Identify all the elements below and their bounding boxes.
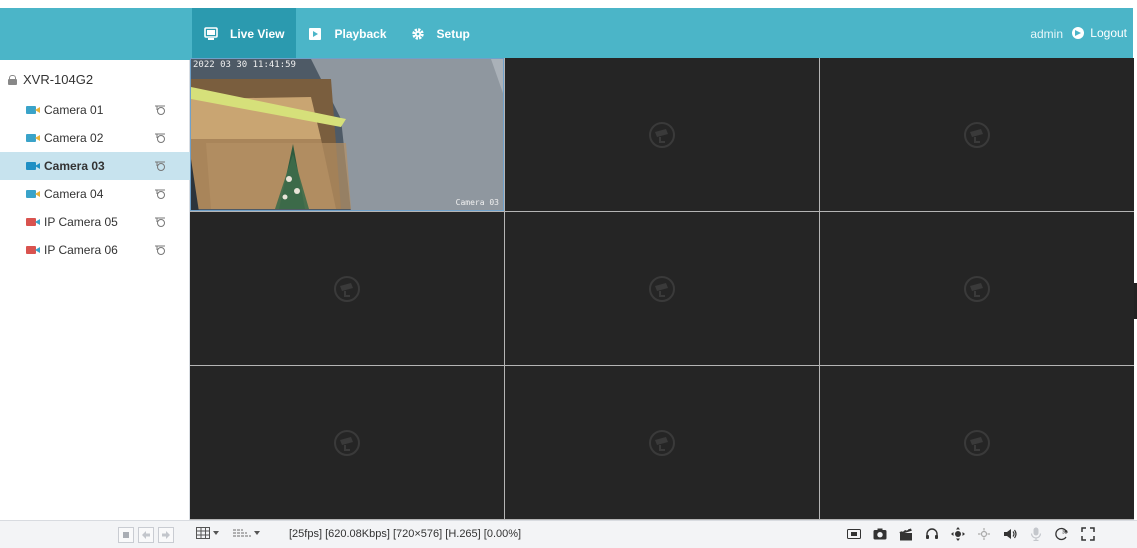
video-window[interactable] — [505, 58, 819, 211]
chevron-down-icon — [213, 531, 219, 535]
split-layout-dropdown[interactable] — [196, 527, 219, 539]
microphone-icon[interactable] — [1028, 526, 1044, 542]
device-tree-panel: XVR-104G2 Camera 01 Camera 02 Camera 03 … — [0, 60, 190, 520]
headset-icon[interactable] — [924, 526, 940, 542]
camera-watermark-icon — [334, 275, 360, 302]
video-window[interactable] — [820, 212, 1134, 365]
record-toggle-icon[interactable] — [154, 132, 166, 144]
video-window[interactable] — [505, 366, 819, 519]
grid-layout-icon — [196, 527, 210, 539]
camera-watermark-icon — [334, 429, 360, 456]
sidebar-controls — [118, 527, 174, 543]
camera-label: Camera 04 — [44, 187, 104, 201]
camera-watermark-icon — [964, 121, 990, 148]
logout-button[interactable]: Logout — [1072, 26, 1127, 40]
osd-timestamp: 2022 03 30 11:41:59 — [193, 60, 296, 70]
camera-item[interactable]: Camera 01 — [0, 96, 190, 124]
gear-icon — [411, 27, 425, 41]
camera-watermark-icon — [964, 429, 990, 456]
camera-watermark-icon — [964, 275, 990, 302]
device-node[interactable]: XVR-104G2 — [8, 72, 93, 87]
bottom-toolbar: [25fps] [620.08Kbps] [720×576] [H.265] [… — [0, 520, 1137, 548]
camera-label: IP Camera 06 — [44, 243, 118, 257]
record-toggle-icon[interactable] — [154, 244, 166, 256]
digital-zoom-icon[interactable]: 3D — [1054, 526, 1070, 542]
offline-camera-icon — [26, 217, 40, 227]
fullscreen-icon[interactable] — [1080, 526, 1096, 542]
stream-icon — [233, 529, 251, 537]
tab-playback-label: Playback — [334, 27, 387, 41]
tab-live-view-label: Live View — [230, 27, 285, 41]
zoom-icon[interactable] — [976, 526, 992, 542]
video-window[interactable] — [820, 58, 1134, 211]
camera-watermark-icon — [649, 429, 675, 456]
ptz-icon[interactable] — [950, 526, 966, 542]
tab-live-view[interactable]: Live View — [192, 8, 297, 60]
camera-label: IP Camera 05 — [44, 215, 118, 229]
camera-item[interactable]: Camera 02 — [0, 124, 190, 152]
logout-label: Logout — [1090, 26, 1127, 40]
analog-camera-icon — [26, 189, 40, 199]
svg-text:3D: 3D — [1062, 530, 1069, 535]
record-clapper-icon[interactable] — [898, 526, 914, 542]
analog-camera-icon — [26, 133, 40, 143]
tab-setup[interactable]: Setup — [399, 8, 482, 60]
streaming-camera-icon — [26, 161, 40, 171]
live-controls: 3D — [846, 526, 1106, 542]
analog-camera-icon — [26, 105, 40, 115]
stop-all-button[interactable] — [118, 527, 134, 543]
username: admin — [1030, 27, 1063, 41]
camera-item-selected[interactable]: Camera 03 — [0, 152, 190, 180]
video-window[interactable] — [190, 212, 504, 365]
lock-icon — [8, 74, 17, 85]
camera-label: Camera 01 — [44, 103, 104, 117]
speaker-icon[interactable] — [1002, 526, 1018, 542]
camera-list: Camera 01 Camera 02 Camera 03 Camera 04 … — [0, 96, 190, 264]
logout-icon — [1072, 27, 1085, 39]
play-icon — [308, 27, 322, 41]
stream-type-dropdown[interactable] — [233, 528, 260, 538]
monitor-icon — [204, 27, 218, 41]
camera-watermark-icon — [649, 121, 675, 148]
record-toggle-icon[interactable] — [154, 160, 166, 172]
chevron-down-icon — [254, 531, 260, 535]
layout-controls — [196, 527, 274, 539]
camera-label: Camera 02 — [44, 131, 104, 145]
stream-status-text: [25fps] [620.08Kbps] [720×576] [H.265] [… — [289, 528, 522, 540]
camera-item[interactable]: IP Camera 05 — [0, 208, 190, 236]
camera-feed-image — [191, 59, 503, 210]
camera-item[interactable]: Camera 04 — [0, 180, 190, 208]
tab-playback[interactable]: Playback — [296, 8, 398, 60]
offline-camera-icon — [26, 245, 40, 255]
camera-watermark-icon — [649, 275, 675, 302]
camera-icon[interactable] — [872, 526, 888, 542]
main-nav: Live View Playback Setup — [192, 8, 482, 60]
video-window[interactable] — [505, 212, 819, 365]
osd-channel-name: Camera 03 — [455, 198, 499, 207]
prev-page-button[interactable] — [138, 527, 154, 543]
video-window[interactable] — [820, 366, 1134, 519]
video-grid: 2022 03 30 11:41:59 Camera 03 — [190, 58, 1134, 520]
camera-item[interactable]: IP Camera 06 — [0, 236, 190, 264]
record-toggle-icon[interactable] — [154, 188, 166, 200]
tab-setup-label: Setup — [436, 27, 470, 41]
video-window-1[interactable]: 2022 03 30 11:41:59 Camera 03 — [190, 58, 504, 211]
record-toggle-icon[interactable] — [154, 216, 166, 228]
video-window[interactable] — [190, 366, 504, 519]
top-nav-bar: Live View Playback Setup admin Logout — [0, 8, 1133, 60]
snapshot-window-icon[interactable] — [846, 526, 862, 542]
device-name: XVR-104G2 — [23, 72, 94, 87]
next-page-button[interactable] — [158, 527, 174, 543]
record-toggle-icon[interactable] — [154, 104, 166, 116]
camera-label: Camera 03 — [44, 159, 105, 173]
